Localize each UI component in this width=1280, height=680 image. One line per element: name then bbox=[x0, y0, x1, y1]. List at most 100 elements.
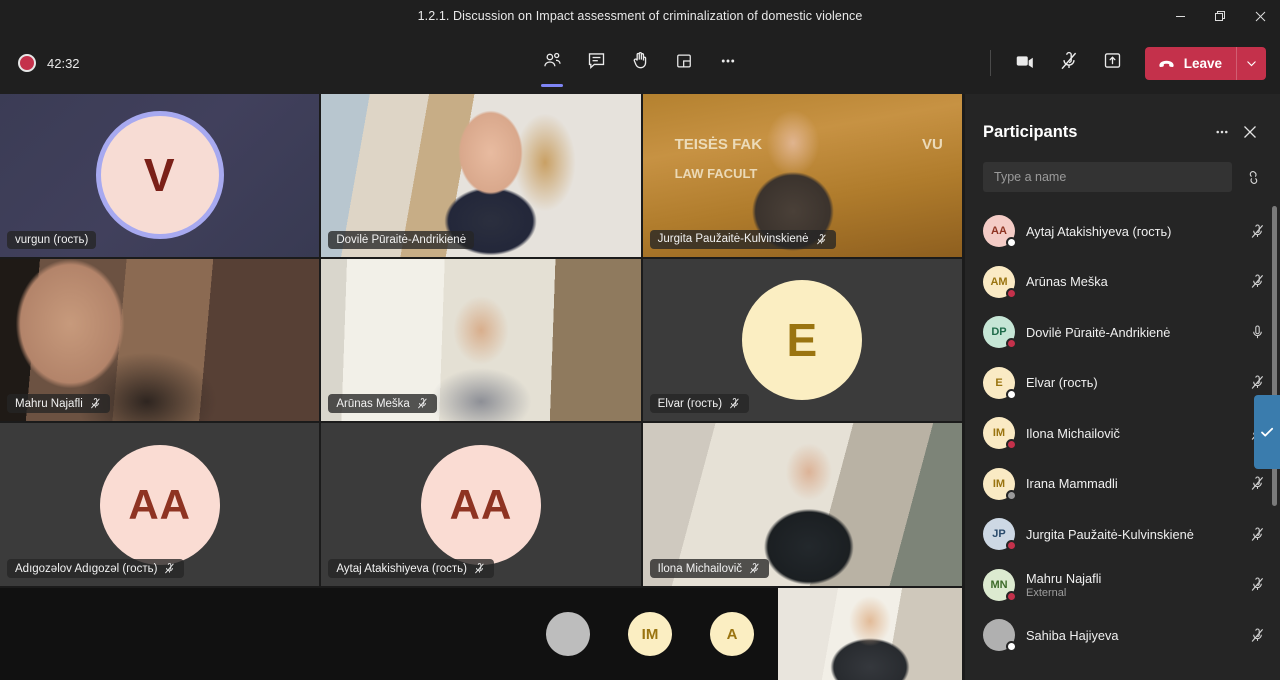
filmstrip-avatars: IM A bbox=[546, 612, 754, 656]
meeting-timer: 42:32 bbox=[47, 55, 80, 71]
raise-hand-icon bbox=[630, 50, 651, 76]
video-tile[interactable]: E Elvar (гость) bbox=[642, 258, 962, 422]
tile-participant-name: Arūnas Meška bbox=[336, 397, 410, 410]
checkmark-icon bbox=[1259, 424, 1275, 440]
record-dot-icon bbox=[18, 54, 36, 72]
mic-off-icon bbox=[473, 562, 486, 575]
participant-row[interactable]: JP Jurgita Paužaitė-Kulvinskienė bbox=[965, 509, 1280, 560]
participants-list: AA Aytaj Atakishiyeva (гость) AM Arūnas Meš… bbox=[965, 206, 1280, 680]
chat-button[interactable] bbox=[576, 43, 616, 83]
participant-row[interactable]: DP Dovilė Pūraitė-Andrikienė bbox=[965, 307, 1280, 358]
mic-off-icon[interactable] bbox=[1244, 374, 1270, 391]
participant-row[interactable]: AA Aytaj Atakishiyeva (гость) bbox=[965, 206, 1280, 257]
filmstrip-avatar[interactable]: IM bbox=[628, 612, 672, 656]
background-sign-text-2: LAW FACULT bbox=[674, 165, 758, 181]
close-button[interactable] bbox=[1240, 0, 1280, 32]
tile-name-label: Mahru Najafli bbox=[7, 394, 110, 414]
filmstrip-avatar[interactable] bbox=[546, 612, 590, 656]
filmstrip-video-tile[interactable] bbox=[778, 588, 962, 680]
participant-text: Jurgita Paužaitė-Kulvinskienė bbox=[1026, 527, 1244, 542]
video-tile[interactable]: TEISĖS FAK VU LAW FACULT Jurgita Paužaitė-K… bbox=[642, 94, 962, 257]
leave-label: Leave bbox=[1183, 55, 1222, 71]
overflow-filmstrip: IM A bbox=[0, 588, 962, 680]
participants-panel: Participants Type a name AA Aytaj Atakis… bbox=[965, 94, 1280, 680]
participant-name: Dovilė Pūraitė-Andrikienė bbox=[1026, 324, 1171, 340]
participants-more-button[interactable] bbox=[1208, 118, 1236, 146]
people-button[interactable] bbox=[532, 43, 572, 83]
video-tile-grid: Vvurgun (гость) Dovilė Pūraitė-Andrikienė… bbox=[0, 94, 962, 586]
leave-control: Leave bbox=[1144, 46, 1266, 80]
tile-participant-name: Ilona Michailovič bbox=[657, 562, 743, 575]
participant-avatar: E bbox=[742, 279, 863, 400]
more-options-button[interactable] bbox=[708, 43, 748, 83]
chevron-down-icon bbox=[1245, 57, 1258, 70]
mic-button[interactable] bbox=[1049, 43, 1089, 83]
raise-hand-button[interactable] bbox=[620, 43, 660, 83]
mic-off-icon[interactable] bbox=[1244, 526, 1270, 543]
participant-avatar: DP bbox=[983, 316, 1017, 350]
mic-off-icon bbox=[416, 397, 429, 410]
presence-indicator bbox=[1006, 439, 1017, 451]
notification-flyout[interactable] bbox=[1254, 395, 1280, 469]
presence-indicator bbox=[1006, 287, 1017, 299]
video-tile[interactable]: Mahru Najafli bbox=[0, 258, 320, 422]
recording-indicator: 42:32 bbox=[18, 54, 80, 72]
participant-row[interactable]: Sahiba Hajiyeva bbox=[965, 610, 1280, 661]
tile-name-label: Arūnas Meška bbox=[328, 394, 437, 414]
participant-avatar: AM bbox=[983, 265, 1017, 299]
participant-row[interactable]: MN Mahru Najafli External bbox=[965, 560, 1280, 611]
mic-off-icon[interactable] bbox=[1244, 475, 1270, 492]
mic-off-icon[interactable] bbox=[1244, 273, 1270, 290]
tile-name-label: Dovilė Pūraitė-Andrikienė bbox=[328, 230, 475, 249]
share-screen-button[interactable] bbox=[1093, 43, 1133, 83]
participant-search-input[interactable] bbox=[983, 162, 1232, 192]
breakout-rooms-button[interactable] bbox=[664, 43, 704, 83]
minimize-button[interactable] bbox=[1160, 0, 1200, 32]
mic-off-icon[interactable] bbox=[1244, 576, 1270, 593]
participant-row[interactable]: IM Irana Mammadli bbox=[965, 459, 1280, 510]
tile-participant-name: Jurgita Paužaitė-Kulvinskienė bbox=[657, 233, 809, 246]
camera-button[interactable] bbox=[1005, 43, 1045, 83]
teams-meeting-window: 1.2.1. Discussion on Impact assessment o… bbox=[0, 0, 1280, 680]
participant-text: Dovilė Pūraitė-Andrikienė bbox=[1026, 325, 1244, 340]
participant-row[interactable]: AM Arūnas Meška bbox=[965, 257, 1280, 308]
video-tile[interactable]: Ilona Michailovič bbox=[642, 423, 962, 586]
participants-close-button[interactable] bbox=[1236, 118, 1264, 146]
participant-avatar: AA bbox=[99, 444, 220, 565]
participant-row[interactable]: IM Ilona Michailovič bbox=[965, 408, 1280, 459]
mic-off-icon[interactable] bbox=[1244, 627, 1270, 644]
mic-off-icon[interactable] bbox=[1244, 223, 1270, 240]
toolbar-right-actions: Leave bbox=[980, 43, 1280, 83]
mic-off-icon bbox=[815, 233, 828, 246]
video-tile[interactable]: Vvurgun (гость) bbox=[0, 94, 320, 257]
participant-text: Mahru Najafli External bbox=[1026, 571, 1244, 599]
toolbar-divider bbox=[989, 50, 991, 76]
participant-name: Arūnas Meška bbox=[1026, 274, 1108, 290]
video-tile[interactable]: AA Aytaj Atakishiyeva (гость) bbox=[321, 423, 641, 586]
filmstrip-avatar[interactable]: A bbox=[710, 612, 754, 656]
maximize-restore-button[interactable] bbox=[1200, 0, 1240, 32]
presence-indicator bbox=[1006, 590, 1017, 602]
video-stage: Vvurgun (гость) Dovilė Pūraitė-Andrikienė… bbox=[0, 94, 965, 680]
participant-row[interactable]: E Elvar (гость) bbox=[965, 358, 1280, 409]
leave-button[interactable]: Leave bbox=[1145, 47, 1236, 80]
share-link-icon bbox=[1244, 168, 1263, 187]
background-sign-text: TEISĖS FAK VU bbox=[674, 136, 943, 154]
video-tile[interactable]: AA Adıgozəlov Adıgozəl (гость) bbox=[0, 423, 320, 586]
participant-name: Jurgita Paužaitė-Kulvinskienė bbox=[1026, 526, 1194, 542]
tile-name-label: Ilona Michailovič bbox=[649, 559, 770, 578]
video-tile[interactable]: Arūnas Meška bbox=[321, 258, 641, 422]
participant-avatar: IM bbox=[983, 417, 1017, 451]
chat-icon bbox=[586, 50, 607, 76]
participants-panel-header: Participants bbox=[965, 94, 1280, 146]
leave-options-button[interactable] bbox=[1236, 46, 1266, 80]
participant-avatar: V bbox=[95, 111, 224, 240]
video-tile[interactable]: Dovilė Pūraitė-Andrikienė bbox=[321, 94, 641, 257]
share-invite-link-button[interactable] bbox=[1240, 164, 1266, 190]
tile-participant-name: Elvar (гость) bbox=[657, 397, 723, 410]
participant-text: Aytaj Atakishiyeva (гость) bbox=[1026, 224, 1244, 239]
mic-off-icon bbox=[728, 397, 741, 410]
tile-participant-name: Dovilė Pūraitė-Andrikienė bbox=[336, 233, 467, 246]
presence-indicator bbox=[1006, 338, 1017, 350]
mic-on-icon[interactable] bbox=[1244, 324, 1270, 341]
